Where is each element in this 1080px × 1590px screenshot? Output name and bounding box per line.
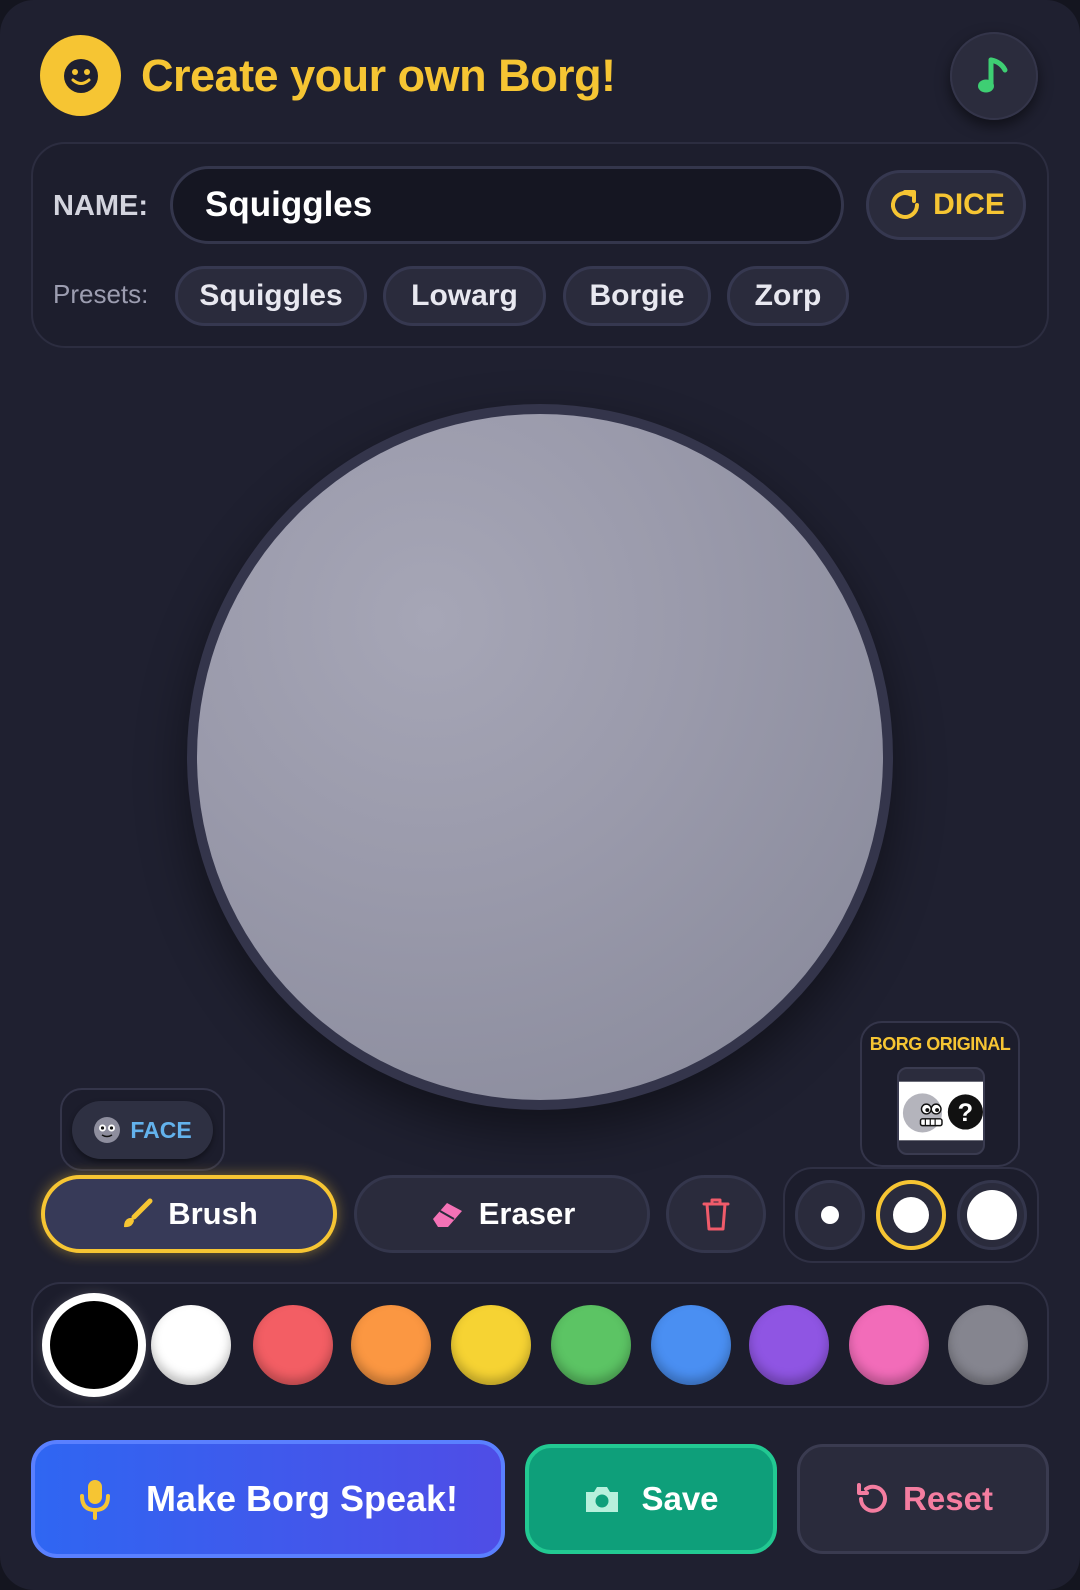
preset-chip-lowarg[interactable]: Lowarg: [383, 266, 546, 326]
color-swatch-orange[interactable]: [351, 1305, 431, 1385]
brush-label: Brush: [168, 1196, 258, 1231]
reset-icon: [857, 1483, 887, 1513]
clear-canvas-button[interactable]: [666, 1175, 766, 1253]
color-swatch-red[interactable]: [253, 1305, 333, 1385]
save-label: Save: [641, 1480, 719, 1517]
small-dot-icon: [821, 1206, 839, 1224]
borg-original-thumbnail[interactable]: ?: [897, 1067, 985, 1155]
borg-original-image: ?: [899, 1081, 983, 1141]
color-swatch-gray[interactable]: [948, 1305, 1028, 1385]
eraser-label: Eraser: [478, 1196, 576, 1231]
face-label: FACE: [130, 1116, 192, 1143]
save-button[interactable]: Save: [525, 1444, 777, 1554]
brush-size-medium-button[interactable]: [876, 1180, 946, 1250]
color-swatch-white[interactable]: [151, 1305, 231, 1385]
color-swatch-pink[interactable]: [849, 1305, 929, 1385]
camera-icon: [586, 1487, 619, 1512]
color-swatch-yellow[interactable]: [451, 1305, 531, 1385]
color-swatch-blue[interactable]: [651, 1305, 731, 1385]
color-swatch-purple[interactable]: [749, 1305, 829, 1385]
reset-button[interactable]: Reset: [797, 1444, 1049, 1554]
eraser-icon: [432, 1203, 462, 1227]
eraser-tool-button[interactable]: Eraser: [354, 1175, 650, 1253]
brush-size-small-button[interactable]: [795, 1180, 865, 1250]
face-icon: [94, 1117, 121, 1143]
page-title: Create your own Borg!: [141, 50, 616, 101]
speak-label: Make Borg Speak!: [145, 1478, 459, 1519]
preset-chip-squiggles[interactable]: Squiggles: [175, 266, 367, 326]
trash-icon: [702, 1198, 730, 1231]
dice-button[interactable]: DICE: [866, 170, 1026, 240]
refresh-icon: [891, 190, 920, 219]
borg-original-label: BORG ORIGINAL: [869, 1034, 1011, 1054]
borg-creator-app: Create your own Borg! NAME: DICE Presets…: [0, 0, 1080, 1590]
make-borg-speak-button[interactable]: Make Borg Speak!: [31, 1440, 505, 1558]
reset-label: Reset: [903, 1480, 993, 1517]
microphone-icon: [79, 1480, 110, 1520]
music-toggle-button[interactable]: [950, 32, 1038, 120]
presets-label: Presets:: [53, 279, 149, 309]
smiley-logo-icon: [40, 35, 121, 116]
drawing-canvas[interactable]: [197, 414, 883, 1100]
brush-icon: [124, 1198, 153, 1228]
face-button[interactable]: FACE: [72, 1101, 213, 1159]
svg-text:?: ?: [958, 1099, 974, 1127]
name-label: NAME:: [53, 190, 149, 222]
preset-chip-zorp[interactable]: Zorp: [727, 266, 849, 326]
name-input[interactable]: [170, 166, 844, 244]
brush-size-large-button[interactable]: [957, 1180, 1027, 1250]
color-swatch-green[interactable]: [551, 1305, 631, 1385]
medium-dot-icon: [893, 1197, 929, 1233]
large-dot-icon: [967, 1190, 1017, 1240]
music-note-icon: [978, 57, 1008, 93]
color-swatch-black[interactable]: [50, 1301, 138, 1389]
preset-chip-borgie[interactable]: Borgie: [563, 266, 711, 326]
brush-tool-button[interactable]: Brush: [41, 1175, 337, 1253]
dice-label: DICE: [933, 188, 1005, 221]
